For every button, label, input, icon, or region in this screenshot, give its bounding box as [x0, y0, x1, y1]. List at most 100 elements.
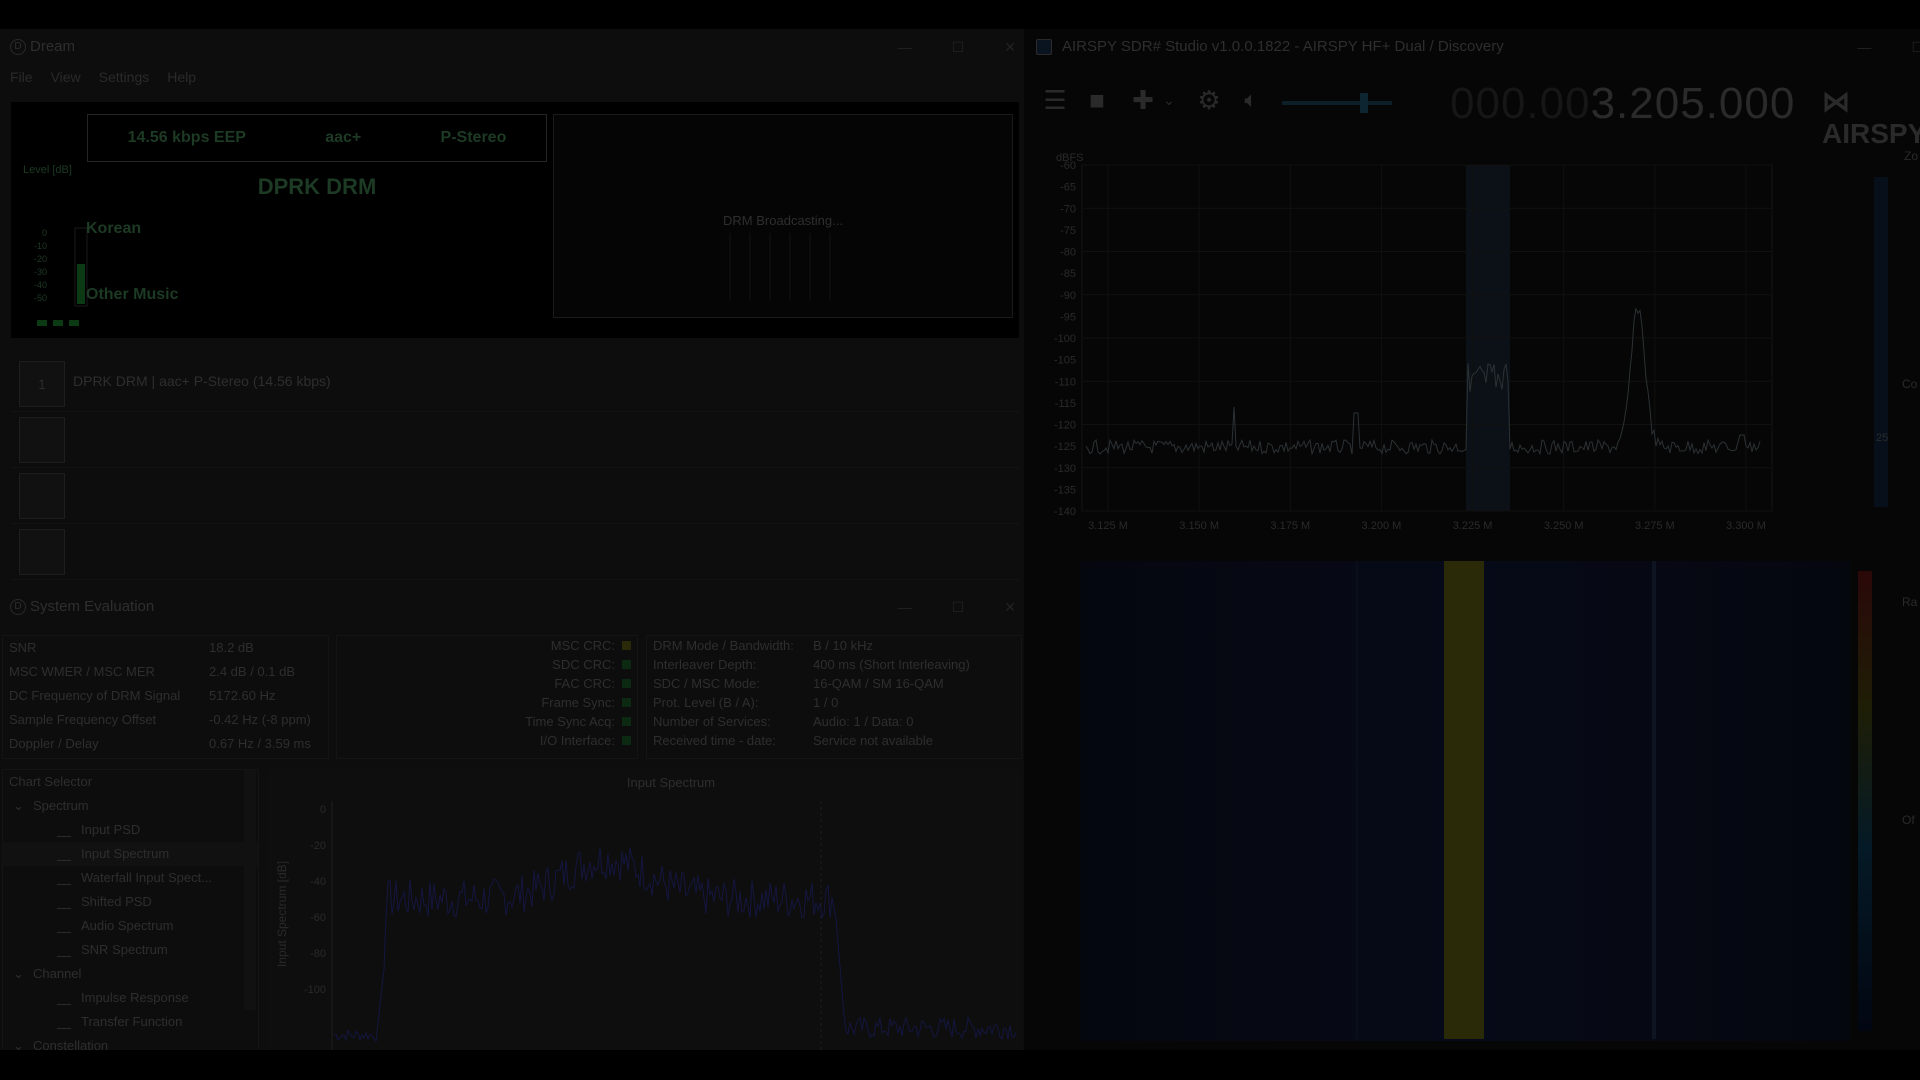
param-row: MSC WMER / MSC MER 2.4 dB / 0.1 dB [3, 660, 328, 684]
service-row-3[interactable] [11, 467, 1019, 524]
maximize-icon[interactable]: ☐ [952, 29, 965, 65]
crc-row: Frame Sync: [337, 693, 637, 712]
slideshow-area: DRM Broadcasting... [553, 114, 1013, 318]
minimize-icon[interactable]: — [1857, 29, 1871, 65]
slideshow-decoration [729, 233, 831, 301]
sdr-window: AIRSPY SDR# Studio v1.0.0.1822 - AIRSPY … [1024, 29, 1920, 1050]
meter-led [53, 320, 63, 326]
status-led [622, 641, 631, 650]
param-value: 0.67 Hz / 3.59 ms [209, 736, 311, 751]
service-button[interactable] [19, 529, 65, 575]
tree-group-channel[interactable]: ⌄ Channel [3, 962, 258, 986]
dream-app-icon: D [10, 39, 26, 55]
meter-fill [77, 264, 85, 304]
menu-help[interactable]: Help [167, 65, 196, 89]
chevron-down-icon: ⌄ [13, 798, 24, 813]
frequency-display[interactable]: 000.003.205.000 [1450, 79, 1795, 129]
meter-tick: -50 [34, 293, 47, 303]
param-value: -0.42 Hz (-8 ppm) [209, 712, 311, 727]
meter-tick: -20 [34, 254, 47, 264]
service-button[interactable]: 1 [19, 361, 65, 407]
meter-led [37, 320, 47, 326]
bitrate-label: 14.56 kbps EEP [127, 129, 246, 146]
sdr-ytick: -100 [1054, 333, 1076, 345]
crc-row: I/O Interface: [337, 731, 637, 750]
close-icon[interactable]: ✕ [1004, 589, 1016, 625]
status-led [622, 717, 631, 726]
tree-item-label: Audio Spectrum [81, 918, 174, 933]
tree-item-waterfall[interactable]: Waterfall Input Spect... [3, 866, 258, 890]
sdr-ytick: -80 [1060, 247, 1076, 259]
drm-signal-band [1444, 561, 1484, 1039]
minimize-icon[interactable]: — [898, 589, 912, 625]
sdr-ytick: -75 [1060, 225, 1076, 237]
plot-title: Input Spectrum [627, 775, 715, 790]
menu-view[interactable]: View [51, 65, 81, 89]
right-scale-value: 25 [1876, 432, 1888, 444]
minimize-icon[interactable]: — [898, 29, 912, 65]
service-button[interactable] [19, 417, 65, 463]
crc-status: MSC CRC: SDC CRC: FAC CRC: Frame Sync: T… [336, 635, 638, 759]
tree-item-input-psd[interactable]: Input PSD [3, 818, 258, 842]
scrollbar[interactable] [244, 770, 256, 1010]
service-row-2[interactable] [11, 411, 1019, 468]
colormap-bar [1858, 571, 1872, 1031]
stop-icon[interactable]: ■ [1082, 85, 1112, 115]
menu-icon[interactable]: ☰ [1040, 85, 1070, 115]
crc-row: FAC CRC: [337, 674, 637, 693]
sdr-xtick: 3.275 M [1635, 520, 1675, 532]
mode-row: Number of Services: Audio: 1 / Data: 0 [647, 712, 1021, 731]
volume-slider[interactable] [1282, 93, 1392, 113]
mode-row: Interleaver Depth: 400 ms (Short Interlea… [647, 655, 1021, 674]
sdr-ytick: -115 [1055, 398, 1076, 410]
waterfall-display[interactable] [1080, 561, 1880, 1041]
menu-settings[interactable]: Settings [99, 65, 150, 89]
param-row: DC Frequency of DRM Signal 5172.60 Hz [3, 684, 328, 708]
tree-item-transfer-function[interactable]: Transfer Function [3, 1010, 258, 1034]
plot-ytick: -60 [310, 912, 326, 924]
param-value: 2.4 dB / 0.1 dB [209, 664, 296, 679]
side-label: Of [1902, 813, 1915, 827]
tree-item-impulse-response[interactable]: Impulse Response [3, 986, 258, 1010]
chart-selector-title: Chart Selector [9, 774, 93, 789]
maximize-icon[interactable]: ☐ [952, 589, 965, 625]
sdr-ytick: -140 [1054, 506, 1076, 518]
crc-row: Time Sync Acq: [337, 712, 637, 731]
service-button[interactable] [19, 473, 65, 519]
tree-group-label: Channel [33, 966, 82, 981]
crc-label: Frame Sync: [541, 695, 615, 710]
meter-tick: -30 [34, 267, 47, 277]
tree-item-audio-spectrum[interactable]: Audio Spectrum [3, 914, 258, 938]
gear-icon[interactable]: ⚙ [1194, 85, 1224, 115]
param-key: SNR [9, 640, 37, 655]
tree-group-spectrum[interactable]: ⌄ Spectrum [3, 794, 258, 818]
mode-row: DRM Mode / Bandwidth: B / 10 kHz [647, 636, 1021, 655]
maximize-icon[interactable]: ☐ [1911, 29, 1920, 65]
sdr-ytick: -60 [1060, 160, 1076, 172]
sdr-ytick: -135 [1054, 484, 1076, 496]
mode-key: Received time - date: [653, 733, 776, 748]
close-icon[interactable]: ✕ [1004, 29, 1016, 65]
tree-item-label: Impulse Response [81, 990, 189, 1005]
evaluation-titlebar: D System Evaluation — ☐ ✕ [0, 589, 1024, 625]
input-spectrum-svg: Input Spectrum Input Spectrum [dB] 0 -20 -… [275, 775, 1017, 1050]
tree-item-snr-spectrum[interactable]: SNR Spectrum [3, 938, 258, 962]
param-key: MSC WMER / MSC MER [9, 664, 155, 679]
tree-item-input-spectrum[interactable]: Input Spectrum [3, 842, 258, 866]
sdr-xtick: 3.175 M [1270, 520, 1310, 532]
chevron-down-icon[interactable]: ⌄ [1154, 85, 1184, 115]
service-row-1[interactable]: 1 DPRK DRM | aac+ P-Stereo (14.56 kbps) [11, 355, 1019, 412]
mode-key: Prot. Level (B / A): [653, 695, 759, 710]
service-row-4[interactable] [11, 523, 1019, 580]
spectrum-analyzer[interactable]: dBFS -60-65-70-75-80-85-90-95-100-105-11… [1036, 137, 1896, 547]
speaker-icon[interactable]: 🔈︎ [1236, 85, 1266, 115]
sdr-ytick: -95 [1060, 311, 1076, 323]
level-meter: 0 -10 -20 -30 -40 -50 [34, 227, 88, 326]
mode-value: 1 / 0 [813, 695, 839, 710]
volume-slider-handle[interactable] [1360, 93, 1368, 113]
menu-file[interactable]: File [10, 65, 33, 89]
plot-ytick: -20 [310, 840, 326, 852]
param-key: Sample Frequency Offset [9, 712, 157, 727]
tree-item-shifted-psd[interactable]: Shifted PSD [3, 890, 258, 914]
station-label: DPRK DRM [257, 174, 377, 199]
